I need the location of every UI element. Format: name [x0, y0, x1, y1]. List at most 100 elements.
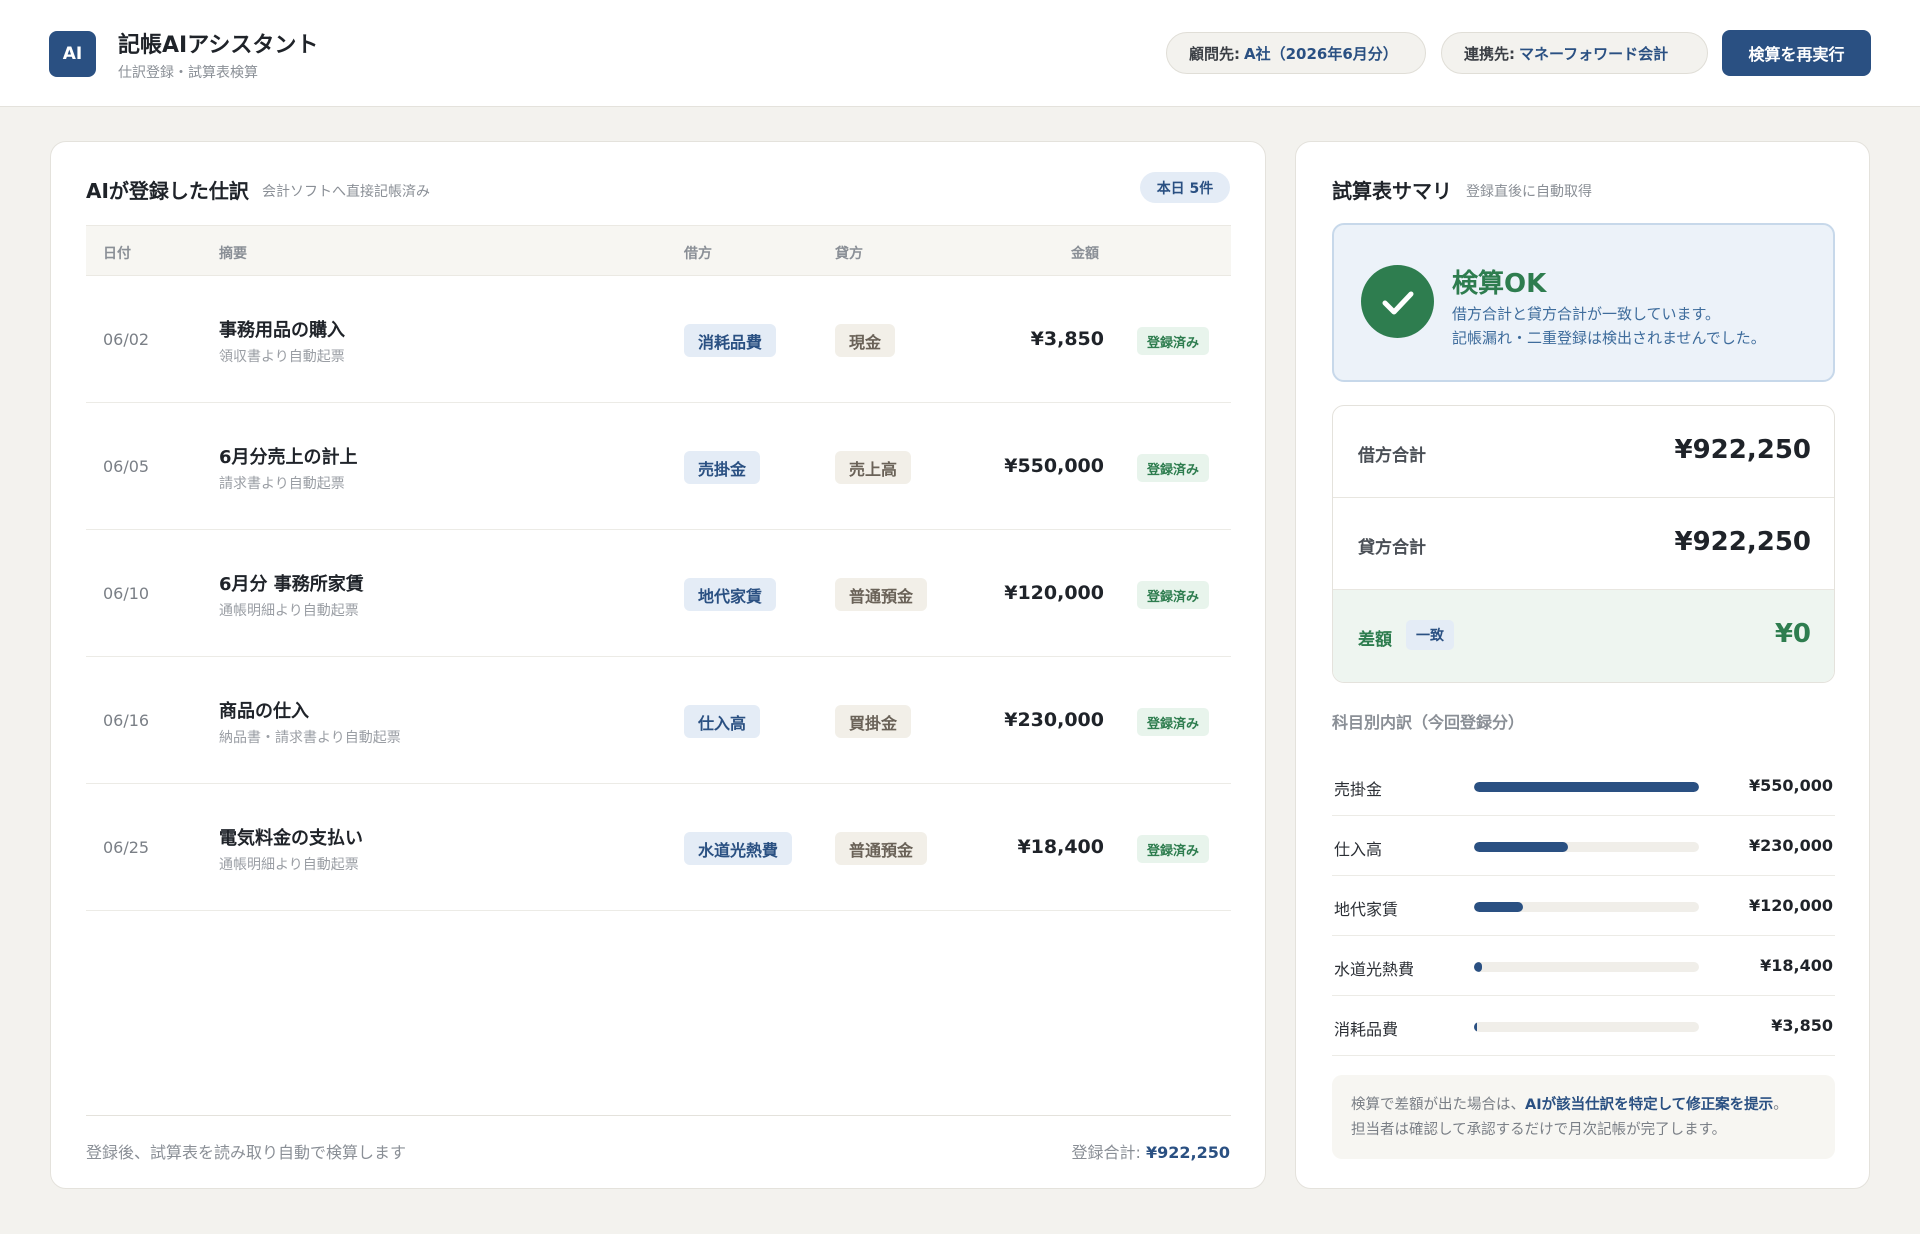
breakdown-value: ¥230,000	[1748, 836, 1833, 855]
credit-account-tag: 売上高	[835, 451, 912, 484]
info-note-highlight: AIが該当仕訳を特定して修正案を提示	[1525, 1097, 1774, 1113]
debit-total-value: ¥922,250	[1674, 435, 1811, 465]
registered-total-value: ¥922,250	[1145, 1143, 1230, 1162]
client-label: 顧問先:	[1189, 44, 1240, 63]
breakdown-value: ¥550,000	[1748, 776, 1833, 795]
row-date: 06/25	[103, 838, 150, 857]
row-source: 請求書より自動起票	[219, 476, 345, 492]
info-note: 検算で差額が出た場合は、AIが該当仕訳を特定して修正案を提示。 担当者は確認して…	[1332, 1075, 1835, 1159]
breakdown-value: ¥120,000	[1748, 896, 1833, 915]
table-row[interactable]: 06/05 6月分売上の計上 請求書より自動起票 売掛金 売上高 ¥550,00…	[86, 403, 1231, 530]
breakdown-label: 水道光熱費	[1334, 960, 1415, 979]
breakdown-row: 売掛金 ¥550,000	[1332, 756, 1835, 816]
breakdown-bar-fill	[1474, 842, 1568, 852]
app-subtitle: 仕訳登録・試算表検算	[118, 65, 258, 81]
row-amount: ¥230,000	[1004, 709, 1104, 731]
row-amount: ¥18,400	[1017, 836, 1104, 858]
row-description: 電気料金の支払い	[219, 828, 363, 849]
row-description: 商品の仕入	[219, 701, 309, 722]
debit-total-row: 借方合計 ¥922,250	[1333, 406, 1834, 498]
app-logo: AI	[49, 31, 96, 77]
credit-account-tag: 普通預金	[835, 832, 928, 865]
credit-total-label: 貸方合計	[1358, 538, 1426, 558]
row-description: 6月分 事務所家賃	[219, 574, 364, 595]
trial-balance-card: 試算表サマリ 登録直後に自動取得 検算OK 借方合計と貸方合計が一致しています。…	[1295, 141, 1870, 1189]
column-credit: 貸方	[835, 246, 863, 262]
rerun-check-button[interactable]: 検算を再実行	[1722, 30, 1871, 76]
row-amount: ¥3,850	[1030, 328, 1104, 350]
debit-account-tag: 消耗品費	[684, 324, 777, 357]
credit-total-row: 貸方合計 ¥922,250	[1333, 498, 1834, 590]
credit-account-tag: 現金	[835, 324, 896, 357]
journal-title: AIが登録した仕訳	[86, 179, 249, 203]
integration-selector[interactable]: 連携先: マネーフォワード会計	[1441, 32, 1708, 74]
check-result-panel: 検算OK 借方合計と貸方合計が一致しています。 記帳漏れ・二重登録は検出されませ…	[1332, 223, 1835, 382]
credit-account-tag: 買掛金	[835, 705, 912, 738]
difference-label: 差額	[1358, 630, 1392, 650]
status-badge: 登録済み	[1137, 835, 1210, 863]
row-description: 6月分売上の計上	[219, 447, 358, 468]
journal-table-header: 日付 摘要 借方 貸方 金額	[86, 225, 1231, 276]
check-result-title: 検算OK	[1452, 269, 1547, 299]
debit-total-label: 借方合計	[1358, 446, 1426, 466]
integration-label: 連携先:	[1464, 44, 1515, 63]
info-note-line-1: 検算で差額が出た場合は、AIが該当仕訳を特定して修正案を提示。	[1351, 1093, 1816, 1118]
row-description: 事務用品の購入	[219, 320, 345, 341]
status-badge: 登録済み	[1137, 708, 1210, 736]
row-date: 06/16	[103, 711, 150, 730]
row-date: 06/05	[103, 457, 150, 476]
column-description: 摘要	[219, 246, 247, 262]
info-note-text: 検算で差額が出た場合は、	[1351, 1097, 1525, 1113]
check-circle-icon	[1361, 265, 1434, 338]
check-result-line-1: 借方合計と貸方合計が一致しています。	[1452, 305, 1721, 323]
breakdown-label: 仕入高	[1334, 840, 1383, 859]
app-title: 記帳AIアシスタント	[118, 33, 319, 58]
breakdown-value: ¥3,850	[1771, 1016, 1833, 1035]
breakdown-title: 科目別内訳（今回登録分）	[1332, 713, 1525, 732]
table-row[interactable]: 06/25 電気料金の支払い 通帳明細より自動起票 水道光熱費 普通預金 ¥18…	[86, 784, 1231, 911]
footer-note: 登録後、試算表を読み取り自動で検算します	[86, 1143, 407, 1162]
breakdown-row: 消耗品費 ¥3,850	[1332, 996, 1835, 1056]
client-selector[interactable]: 顧問先: A社（2026年6月分）	[1166, 32, 1426, 74]
row-source: 通帳明細より自動起票	[219, 603, 359, 619]
footer-divider	[86, 1115, 1231, 1116]
summary-title: 試算表サマリ	[1332, 179, 1452, 203]
match-badge: 一致	[1406, 620, 1454, 650]
totals-panel: 借方合計 ¥922,250 貸方合計 ¥922,250 差額 一致 ¥0	[1332, 405, 1835, 683]
breakdown-row: 地代家賃 ¥120,000	[1332, 876, 1835, 936]
row-amount: ¥120,000	[1004, 582, 1104, 604]
status-badge: 登録済み	[1137, 327, 1210, 355]
row-source: 納品書・請求書より自動起票	[219, 730, 401, 746]
client-value: A社（2026年6月分）	[1244, 44, 1398, 63]
journal-subtitle: 会計ソフトへ直接記帳済み	[262, 184, 430, 200]
breakdown-bar-track	[1474, 842, 1699, 852]
breakdown-label: 地代家賃	[1334, 900, 1399, 919]
status-badge: 登録済み	[1137, 581, 1210, 609]
row-source: 領収書より自動起票	[219, 349, 345, 365]
breakdown-value: ¥18,400	[1760, 956, 1833, 975]
breakdown-bar-fill	[1474, 902, 1523, 912]
check-result-message: 借方合計と貸方合計が一致しています。 記帳漏れ・二重登録は検出されませんでした。	[1452, 302, 1822, 350]
breakdown-bar-track	[1474, 782, 1699, 792]
credit-total-value: ¥922,250	[1674, 527, 1811, 557]
debit-account-tag: 地代家賃	[684, 578, 777, 611]
summary-subtitle: 登録直後に自動取得	[1466, 184, 1592, 200]
debit-account-tag: 水道光熱費	[684, 832, 793, 865]
table-row[interactable]: 06/02 事務用品の購入 領収書より自動起票 消耗品費 現金 ¥3,850 登…	[86, 276, 1231, 403]
breakdown-label: 消耗品費	[1334, 1020, 1399, 1039]
breakdown-bar-fill	[1474, 782, 1699, 792]
credit-account-tag: 普通預金	[835, 578, 928, 611]
info-note-period: 。	[1773, 1097, 1788, 1113]
debit-account-tag: 仕入高	[684, 705, 761, 738]
debit-account-tag: 売掛金	[684, 451, 761, 484]
info-note-line-2: 担当者は確認して承認するだけで月次記帳が完了します。	[1351, 1122, 1727, 1138]
today-count-badge: 本日 5件	[1140, 172, 1230, 203]
column-date: 日付	[103, 246, 131, 262]
breakdown-bar-track	[1474, 962, 1699, 972]
table-row[interactable]: 06/16 商品の仕入 納品書・請求書より自動起票 仕入高 買掛金 ¥230,0…	[86, 657, 1231, 784]
row-source: 通帳明細より自動起票	[219, 857, 359, 873]
app-header: AI 記帳AIアシスタント 仕訳登録・試算表検算 顧問先: A社（2026年6月…	[0, 0, 1920, 107]
registered-total: 登録合計: ¥922,250	[1071, 1139, 1230, 1163]
difference-value: ¥0	[1774, 619, 1811, 649]
table-row[interactable]: 06/10 6月分 事務所家賃 通帳明細より自動起票 地代家賃 普通預金 ¥12…	[86, 530, 1231, 657]
